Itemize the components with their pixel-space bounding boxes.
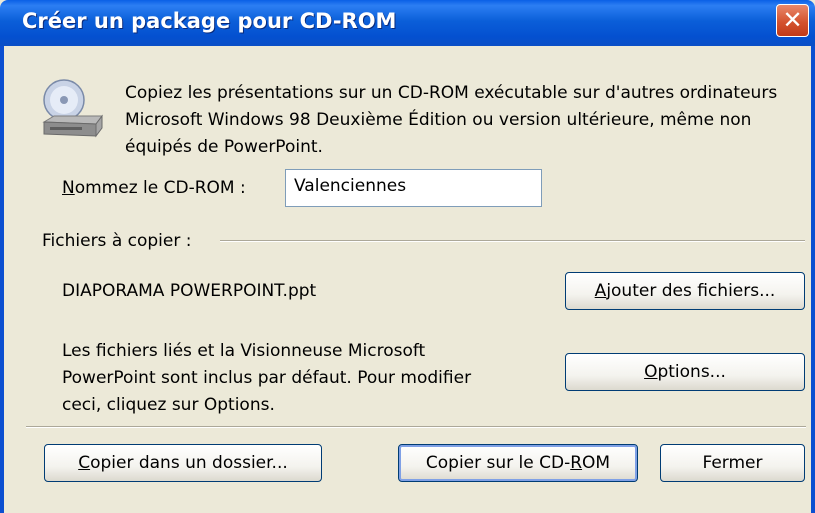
dialog-description: Copiez les présentations sur un CD-ROM e… bbox=[125, 83, 778, 157]
window-title: Créer un package pour CD-ROM bbox=[22, 9, 397, 33]
cd-name-label-mnemonic: N bbox=[62, 178, 75, 198]
files-section-divider bbox=[220, 240, 805, 242]
copy-to-cd-button[interactable]: Copier sur le CD-ROM bbox=[398, 444, 638, 482]
cd-name-input[interactable]: Valenciennes bbox=[285, 169, 542, 207]
copy-to-folder-label: opier dans un dossier... bbox=[90, 453, 288, 473]
linked-files-note: Les fichiers liés et la Visionneuse Micr… bbox=[62, 338, 471, 419]
copy-to-cd-label: Copier sur le CD- bbox=[425, 453, 571, 473]
files-section-label: Fichiers à copier : bbox=[42, 231, 192, 251]
options-mnemonic: O bbox=[644, 362, 658, 382]
options-label: ptions... bbox=[657, 362, 726, 382]
file-name: DIAPORAMA POWERPOINT.ppt bbox=[62, 281, 317, 301]
linked-files-note-line: PowerPoint sont inclus par défaut. Pour … bbox=[62, 368, 472, 388]
cd-name-value: Valenciennes bbox=[294, 176, 407, 196]
copy-to-folder-mnemonic: C bbox=[78, 453, 91, 473]
add-files-mnemonic: A bbox=[594, 281, 607, 301]
copy-to-cd-label-end: OM bbox=[582, 453, 611, 473]
add-files-label: jouter des fichiers... bbox=[606, 281, 776, 301]
window-frame-left bbox=[0, 46, 4, 513]
linked-files-note-line: Les fichiers liés et la Visionneuse Micr… bbox=[62, 341, 426, 361]
title-bar[interactable]: Créer un package pour CD-ROM ✕ bbox=[0, 0, 815, 46]
options-button[interactable]: Options... bbox=[565, 353, 805, 391]
add-files-button[interactable]: Ajouter des fichiers... bbox=[565, 272, 805, 310]
window-frame-right bbox=[811, 46, 815, 513]
cd-name-label-text: ommez le CD-ROM : bbox=[74, 178, 246, 198]
copy-to-cd-mnemonic: R bbox=[570, 453, 583, 473]
close-dialog-button[interactable]: Fermer bbox=[660, 444, 805, 482]
linked-files-note-line: ceci, cliquez sur Options. bbox=[62, 395, 275, 415]
cd-drive-icon bbox=[42, 79, 103, 138]
copy-to-folder-button[interactable]: Copier dans un dossier... bbox=[44, 444, 322, 482]
close-button[interactable]: ✕ bbox=[776, 4, 809, 37]
cd-name-label: Nommez le CD-ROM : bbox=[62, 178, 246, 198]
close-icon: ✕ bbox=[782, 6, 803, 34]
buttons-divider bbox=[26, 426, 806, 428]
